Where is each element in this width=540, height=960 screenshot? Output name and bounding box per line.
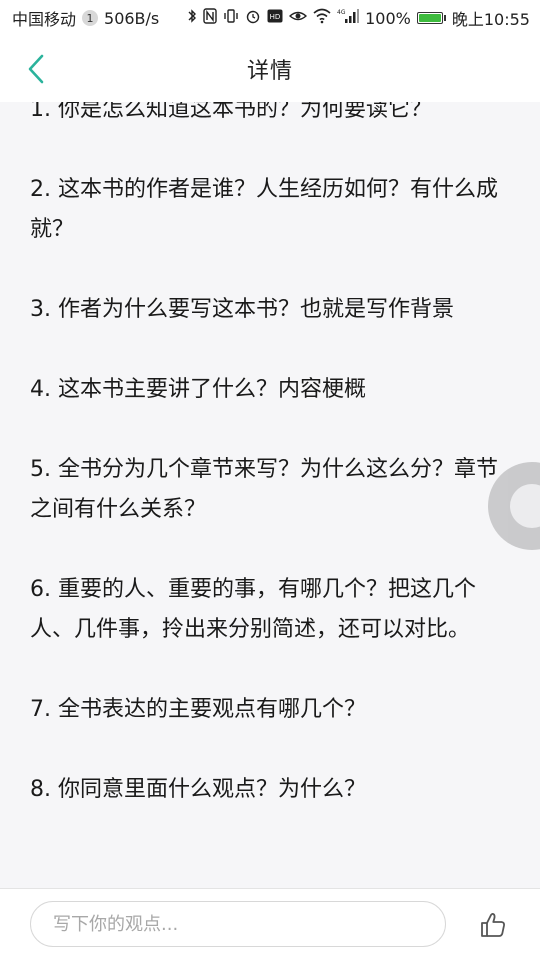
back-button[interactable] (18, 50, 54, 88)
vibrate-icon (223, 8, 239, 28)
question-paragraph: 1. 你是怎么知道这本书的？为何要读它？ (30, 102, 432, 122)
cellular-signal-icon: 4G (337, 8, 360, 28)
like-button[interactable] (474, 907, 512, 943)
status-bar: 中国移动 1 506B/s HD 4G 100% 晚上10:55 (0, 0, 540, 36)
wifi-icon (313, 8, 331, 28)
nav-bar: 详情 (0, 36, 540, 103)
network-speed: 506B/s (104, 8, 160, 28)
carrier-name: 中国移动 (12, 10, 77, 29)
eye-icon (289, 8, 308, 28)
chevron-left-icon (28, 54, 44, 84)
question-paragraph: 4. 这本书主要讲了什么？内容梗概 (30, 377, 366, 402)
svg-text:HD: HD (270, 13, 281, 21)
sim-badge: 1 (82, 10, 99, 26)
question-paragraph: 8. 你同意里面什么观点？为什么？ (30, 777, 366, 802)
comment-input[interactable] (30, 901, 446, 947)
alarm-icon (245, 8, 261, 28)
article-content[interactable]: 1. 你是怎么知道这本书的？为何要读它？ 2. 这本书的作者是谁？人生经历如何？… (0, 102, 540, 888)
floating-ring-center (510, 484, 540, 528)
thumbs-up-icon (481, 912, 505, 937)
question-paragraph: 3. 作者为什么要写这本书？也就是写作背景 (30, 297, 454, 322)
article-body: 1. 你是怎么知道这本书的？为何要读它？ 2. 这本书的作者是谁？人生经历如何？… (30, 102, 500, 850)
battery-body (416, 12, 443, 24)
bluetooth-icon (187, 8, 197, 28)
svg-text:4G: 4G (337, 9, 346, 16)
battery-fill (418, 14, 441, 22)
battery-tip (443, 15, 446, 21)
question-paragraph: 6. 重要的人、重要的事，有哪几个？把这几个人、几件事，拎出来分别简述，还可以对… (30, 577, 476, 642)
screen: 中国移动 1 506B/s HD 4G 100% 晚上10:55 详情 1. 你… (0, 0, 540, 960)
battery-icon (416, 12, 446, 24)
clock-time: 晚上10:55 (451, 10, 530, 29)
nfc-icon (203, 8, 217, 28)
page-title: 详情 (246, 59, 293, 84)
question-paragraph: 2. 这本书的作者是谁？人生经历如何？有什么成就？ (30, 177, 498, 242)
comment-bar (0, 888, 540, 960)
question-paragraph: 5. 全书分为几个章节来写？为什么这么分？章节之间有什么关系？ (30, 457, 498, 522)
status-right: HD 4G 100% 晚上10:55 (187, 6, 530, 30)
hd-volte-icon: HD (267, 8, 283, 28)
battery-percent: 100% (365, 8, 411, 28)
status-left: 中国移动 1 506B/s (12, 6, 159, 30)
question-paragraph: 7. 全书表达的主要观点有哪几个？ (30, 697, 366, 722)
